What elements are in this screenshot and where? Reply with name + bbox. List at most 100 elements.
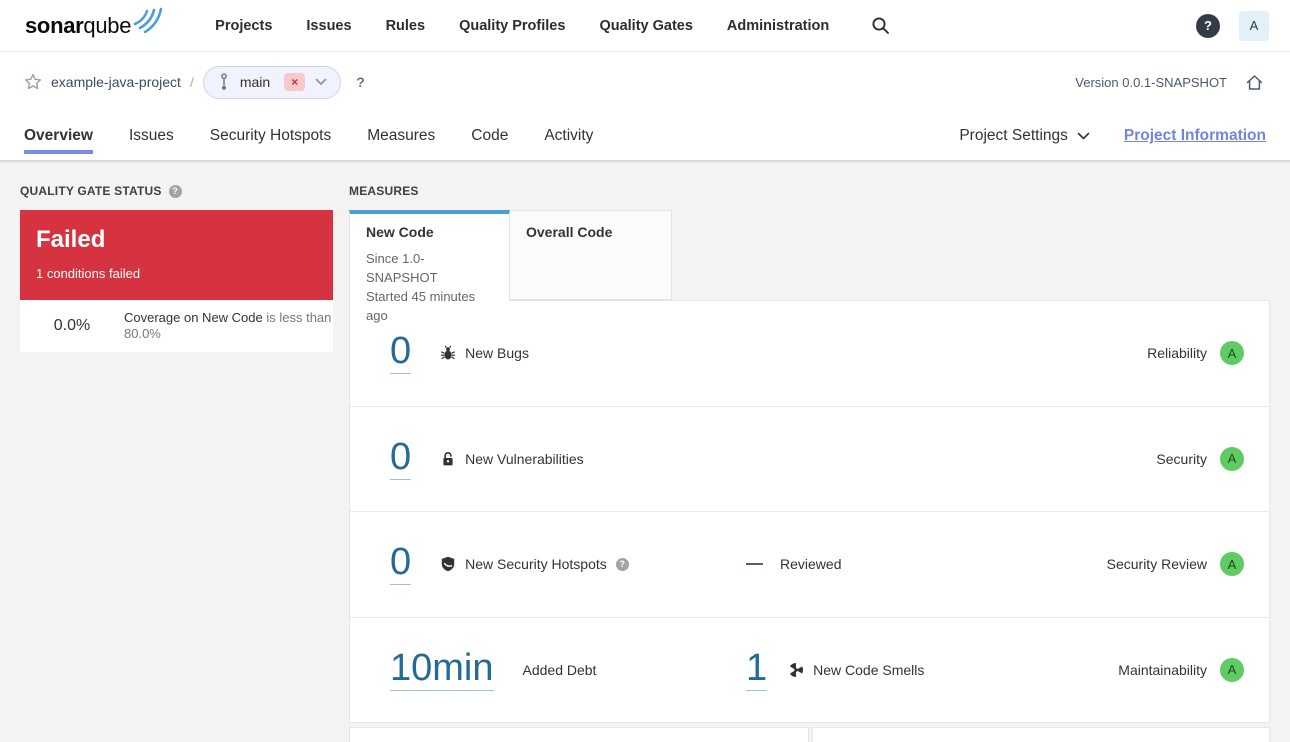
new-bugs-label: New Bugs xyxy=(465,345,529,362)
measure-row-security-review: 0 New Security Hotspots ? Reviewed Secur… xyxy=(350,512,1269,618)
sonarqube-logo[interactable]: sonarqube xyxy=(25,5,165,47)
nav-administration[interactable]: Administration xyxy=(727,18,829,34)
tab-overall-code[interactable]: Overall Code xyxy=(510,210,672,300)
quality-gate-status: Failed xyxy=(36,226,106,253)
quality-gate-conditions-summary: 1 conditions failed xyxy=(36,266,141,282)
new-security-hotspots-label: New Security Hotspots xyxy=(465,556,607,573)
new-code-smells-count-link[interactable]: 1 xyxy=(746,649,768,691)
nav-issues[interactable]: Issues xyxy=(306,18,351,34)
tab-new-code[interactable]: New Code Since 1.0-SNAPSHOT Started 45 m… xyxy=(349,210,510,323)
shield-icon xyxy=(441,557,455,572)
top-navigation: sonarqube Projects Issues Rules Quality … xyxy=(0,0,1290,52)
breadcrumb-project-link[interactable]: example-java-project xyxy=(51,74,181,90)
project-version: Version 0.0.1-SNAPSHOT xyxy=(1075,74,1227,90)
new-code-tab-label: New Code xyxy=(366,224,434,240)
tab-measures[interactable]: Measures xyxy=(367,112,435,160)
quality-gate-status-banner: Failed 1 conditions failed xyxy=(20,210,333,300)
new-vulnerabilities-count-link[interactable]: 0 xyxy=(390,438,412,480)
new-code-started: Started 45 minutes ago xyxy=(366,289,476,323)
measures-tabs: New Code Since 1.0-SNAPSHOT Started 45 m… xyxy=(349,210,672,323)
maintainability-rating-badge: A xyxy=(1220,657,1244,682)
condition-metric: Coverage on New Code xyxy=(124,310,263,325)
close-icon[interactable]: × xyxy=(284,73,306,91)
tab-security-hotspots[interactable]: Security Hotspots xyxy=(210,112,331,160)
project-tabs-bar: Overview Issues Security Hotspots Measur… xyxy=(0,112,1290,160)
new-code-smells-group: 1 New Code Smells xyxy=(746,649,924,691)
reviewed-group: Reviewed xyxy=(746,556,841,572)
duplications-card-partial xyxy=(812,727,1270,742)
new-code-since: Since 1.0-SNAPSHOT xyxy=(366,251,438,285)
measures-title-text: MEASURES xyxy=(349,184,419,198)
security-review-rating-badge: A xyxy=(1220,552,1244,577)
maintainability-label: Maintainability xyxy=(1118,661,1207,678)
breadcrumb-right: Version 0.0.1-SNAPSHOT xyxy=(1075,73,1264,92)
reliability-label: Reliability xyxy=(1147,345,1207,362)
branch-name: main xyxy=(239,74,271,90)
breadcrumb: example-java-project / main × ? Version … xyxy=(0,52,1290,112)
reviewed-label: Reviewed xyxy=(780,556,842,573)
branch-help-icon[interactable]: ? xyxy=(356,74,365,90)
security-rating-badge: A xyxy=(1220,446,1244,471)
main-menu: Projects Issues Rules Quality Profiles Q… xyxy=(215,18,829,34)
branch-icon xyxy=(220,73,227,90)
added-debt-link[interactable]: 10min xyxy=(390,649,494,691)
tab-overview[interactable]: Overview xyxy=(24,112,93,160)
reviewed-dash xyxy=(746,563,763,566)
project-settings-dropdown[interactable]: Project Settings xyxy=(959,127,1090,145)
overview-content: QUALITY GATE STATUS ? Failed 1 condition… xyxy=(0,160,1290,742)
favorite-star-icon[interactable] xyxy=(24,73,42,91)
nav-quality-profiles[interactable]: Quality Profiles xyxy=(459,18,565,34)
topnav-right: ? A xyxy=(1196,10,1269,41)
new-security-hotspots-label-group: New Security Hotspots ? xyxy=(440,556,629,572)
logo-text: sonarqube xyxy=(25,12,132,38)
new-code-smells-label: New Code Smells xyxy=(813,661,925,678)
security-rating-group: Security A xyxy=(1156,446,1244,471)
measures-section-title: MEASURES xyxy=(349,184,419,198)
nav-projects[interactable]: Projects xyxy=(215,18,272,34)
added-debt-label: Added Debt xyxy=(522,661,597,678)
new-code-period: Since 1.0-SNAPSHOT Started 45 minutes ag… xyxy=(366,249,493,325)
quality-gate-condition-row[interactable]: 0.0% Coverage on New Code is less than 8… xyxy=(20,300,333,352)
nav-rules[interactable]: Rules xyxy=(386,18,426,34)
tab-issues[interactable]: Issues xyxy=(129,112,174,160)
lock-icon xyxy=(443,451,453,466)
breadcrumb-separator: / xyxy=(189,74,194,90)
new-bugs-label-group: New Bugs xyxy=(440,345,529,361)
quality-gate-help-icon[interactable]: ? xyxy=(168,184,182,198)
new-vulnerabilities-label: New Vulnerabilities xyxy=(465,450,584,467)
new-bugs-count-link[interactable]: 0 xyxy=(390,332,412,375)
measure-row-security: 0 New Vulnerabilities Security A xyxy=(350,407,1269,512)
tabsbar-right: Project Settings Project Information xyxy=(959,127,1266,145)
home-icon[interactable] xyxy=(1245,73,1264,92)
project-information-link[interactable]: Project Information xyxy=(1124,127,1266,145)
coverage-card-partial xyxy=(349,727,809,742)
bug-icon xyxy=(441,345,456,360)
new-security-hotspots-count-link[interactable]: 0 xyxy=(390,543,412,586)
project-settings-label: Project Settings xyxy=(959,127,1068,144)
nav-quality-gates[interactable]: Quality Gates xyxy=(599,18,692,34)
reliability-rating-badge: A xyxy=(1220,341,1244,366)
maintainability-rating-group: Maintainability A xyxy=(1118,657,1244,682)
tab-code[interactable]: Code xyxy=(471,112,508,160)
security-review-label: Security Review xyxy=(1106,556,1207,573)
tab-activity[interactable]: Activity xyxy=(544,112,593,160)
quality-gate-title-text: QUALITY GATE STATUS xyxy=(20,184,162,198)
help-icon[interactable]: ? xyxy=(1196,13,1220,38)
condition-value[interactable]: 0.0% xyxy=(20,317,124,335)
overall-code-tab-label: Overall Code xyxy=(526,224,613,240)
chevron-down-icon xyxy=(315,78,327,85)
security-review-rating-group: Security Review A xyxy=(1106,552,1244,577)
branch-selector[interactable]: main × xyxy=(202,65,342,99)
security-label: Security xyxy=(1156,450,1207,467)
reliability-rating-group: Reliability A xyxy=(1147,341,1244,366)
search-icon[interactable] xyxy=(871,16,890,35)
logo-swoosh-icon xyxy=(133,7,163,33)
condition-text: Coverage on New Code is less than 80.0% xyxy=(124,310,333,342)
added-debt-label-group: Added Debt xyxy=(523,662,597,678)
project-tabs: Overview Issues Security Hotspots Measur… xyxy=(24,112,593,160)
avatar[interactable]: A xyxy=(1239,10,1269,41)
measure-row-maintainability: 10min Added Debt 1 New Code Smells Maint… xyxy=(350,618,1269,723)
code-smell-icon xyxy=(788,662,804,677)
measures-panel: 0 New Bugs Reliability A 0 New Vulnerabi… xyxy=(349,300,1270,723)
hotspots-help-icon[interactable]: ? xyxy=(615,557,629,571)
